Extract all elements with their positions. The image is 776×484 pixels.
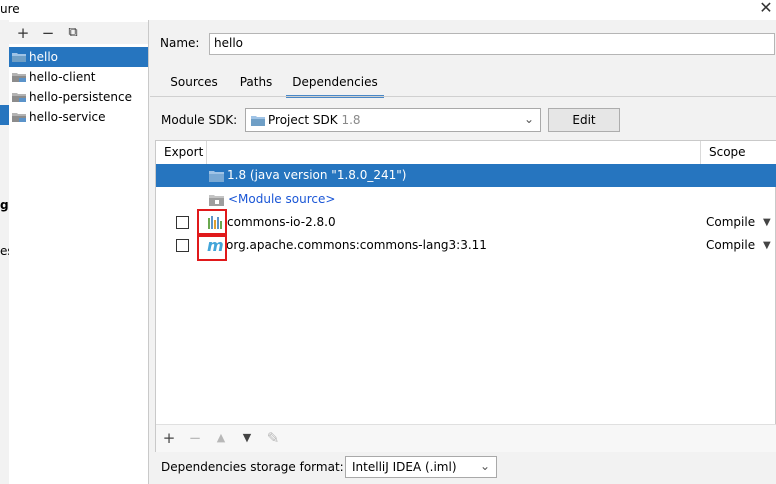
jdk-folder-icon <box>209 171 224 182</box>
module-item-hello[interactable]: hello <box>9 47 148 67</box>
name-label: Name: <box>160 36 200 50</box>
module-sdk-label: Module SDK: <box>161 113 238 127</box>
sdk-folder-icon <box>251 116 265 126</box>
scope-select[interactable]: Compile <box>706 234 755 257</box>
table-row[interactable]: m org.apache.commons:commons-lang3:3.11 … <box>156 234 776 261</box>
module-folder-icon <box>12 53 26 62</box>
module-label: hello-client <box>29 70 96 84</box>
add-module-icon[interactable]: + <box>14 24 32 42</box>
move-down-icon[interactable]: ▼ <box>237 428 257 448</box>
tab-divider <box>150 96 776 97</box>
module-label: hello-service <box>29 110 106 124</box>
storage-format-value: IntelliJ IDEA (.iml) <box>352 460 457 474</box>
scope-select[interactable]: Compile <box>706 211 755 234</box>
module-item-hello-client[interactable]: hello-client <box>9 67 148 87</box>
chevron-down-icon: ⌄ <box>479 459 490 473</box>
add-dependency-icon[interactable]: + <box>159 428 179 448</box>
remove-dependency-icon[interactable]: − <box>185 428 205 448</box>
table-header: Export Scope <box>156 141 776 165</box>
edit-sdk-button[interactable]: Edit <box>548 108 620 132</box>
module-folder-icon <box>12 113 26 122</box>
module-sdk-select[interactable]: Project SDK 1.8 ⌄ <box>245 108 541 132</box>
window-title: ure <box>0 2 20 16</box>
table-row[interactable]: commons-io-2.8.0 Compile ▼ <box>156 209 776 235</box>
window-title-bar <box>0 0 776 20</box>
scope-column-header[interactable]: Scope <box>709 145 746 159</box>
module-folder-icon <box>12 93 26 102</box>
move-up-icon[interactable]: ▲ <box>211 428 231 448</box>
export-checkbox[interactable] <box>176 216 189 229</box>
dependency-name: 1.8 (java version "1.8.0_241") <box>227 168 407 182</box>
dependency-name: <Module source> <box>228 192 336 206</box>
module-list: hello hello-client hello-persistence hel… <box>9 47 148 127</box>
sdk-value: Project SDK <box>268 113 338 127</box>
tab-sources[interactable]: Sources <box>162 70 226 95</box>
table-row[interactable]: <Module source> <box>156 188 776 211</box>
module-label: hello <box>29 50 58 64</box>
highlight-box <box>197 235 227 261</box>
module-label: hello-persistence <box>29 90 132 104</box>
dependencies-toolbar: + − ▲ ▼ ✎ <box>156 424 776 452</box>
tab-dependencies[interactable]: Dependencies <box>286 70 384 98</box>
tab-paths[interactable]: Paths <box>232 70 280 95</box>
column-divider <box>206 141 207 164</box>
chevron-down-icon: ⌄ <box>523 112 534 126</box>
module-item-hello-persistence[interactable]: hello-persistence <box>9 87 148 107</box>
dependency-name: org.apache.commons:commons-lang3:3.11 <box>226 238 487 252</box>
column-divider <box>700 141 701 164</box>
close-icon[interactable]: ✕ <box>756 0 776 18</box>
module-name-input[interactable]: hello <box>209 33 775 55</box>
copy-module-icon[interactable]: ⧉ <box>64 24 82 42</box>
category-selection[interactable] <box>0 105 9 125</box>
chevron-down-icon[interactable]: ▼ <box>763 234 771 257</box>
storage-format-select[interactable]: IntelliJ IDEA (.iml) ⌄ <box>345 456 497 478</box>
remove-module-icon[interactable]: − <box>39 24 57 42</box>
chevron-down-icon[interactable]: ▼ <box>763 211 771 234</box>
table-row[interactable]: 1.8 (java version "1.8.0_241") <box>156 164 776 187</box>
storage-format-label: Dependencies storage format: <box>161 460 344 474</box>
module-item-hello-service[interactable]: hello-service <box>9 107 148 127</box>
modules-toolbar: + − ⧉ <box>9 22 148 44</box>
export-column-header[interactable]: Export <box>164 145 203 159</box>
edit-dependency-icon[interactable]: ✎ <box>263 428 283 448</box>
module-folder-icon <box>12 73 26 82</box>
highlight-box <box>197 209 227 235</box>
sdk-version: 1.8 <box>341 113 361 127</box>
module-source-folder-icon <box>209 195 224 206</box>
dependency-name: commons-io-2.8.0 <box>227 215 336 229</box>
export-checkbox[interactable] <box>176 239 189 252</box>
